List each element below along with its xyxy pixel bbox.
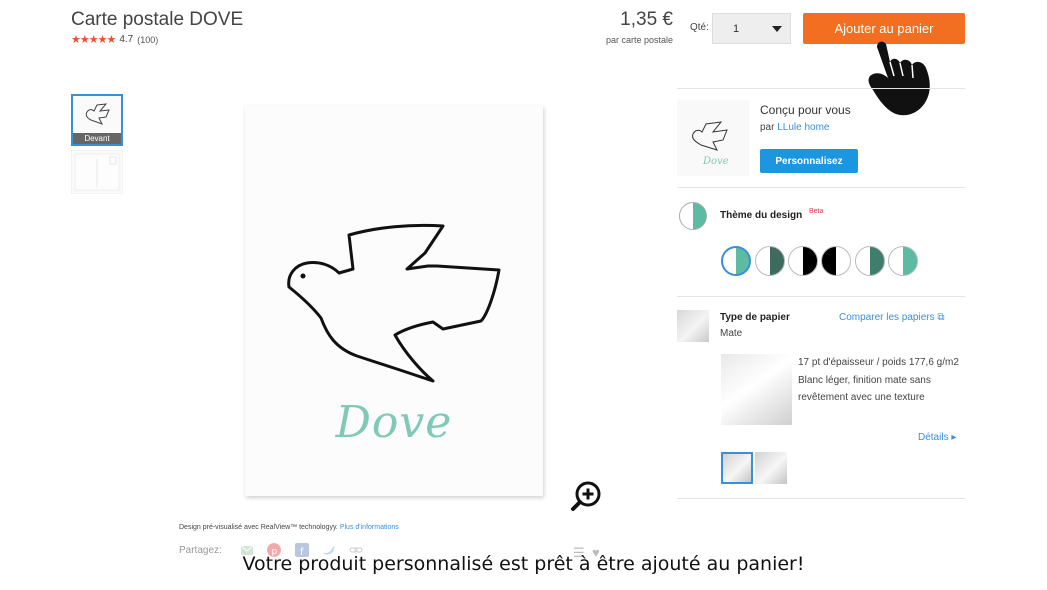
paper-texture-image [721,354,792,425]
review-count[interactable]: (100) [137,35,158,45]
product-title: Carte postale DOVE [71,9,244,30]
price: 1,35 € [620,9,673,30]
designer-thumbnail: Dove [677,100,749,176]
personalize-button[interactable]: Personnalisez [760,149,858,173]
divider [677,296,965,297]
overlay-caption: Votre produit personnalisé est prêt à êt… [242,553,805,575]
rating-score: 4.7 [119,34,134,45]
pointing-hand-icon [868,41,930,116]
design-theme-title: Thème du design [720,210,803,221]
thumbnail-front-label: Devant [73,133,121,144]
paper-details-link[interactable]: Détails ▸ [918,432,956,443]
paper-type-title: Type de papier [720,312,790,323]
thumbnail-front[interactable]: Devant [71,94,123,146]
product-preview[interactable]: Dove [245,105,543,496]
paper-option-matte[interactable] [721,452,753,484]
divider [677,187,965,188]
theme-swatch[interactable] [855,246,885,276]
quantity-label: Qté: [690,22,709,33]
realview-text: Design pré-visualisé avec RealView™ tech… [179,524,338,531]
dove-icon [85,103,110,125]
designer-line: par LLule home [760,122,830,133]
card-back-icon [74,153,120,191]
quantity-value: 1 [733,22,740,35]
price-unit: par carte postale [605,35,673,45]
chevron-down-icon [772,26,782,32]
design-theme-icon [679,202,707,230]
paper-type-thumbnail [677,310,709,342]
rating[interactable]: ★★★★★ 4.7 (100) [71,33,158,46]
external-window-icon: ⧉ [937,312,945,323]
compare-papers-label: Comparer les papiers [839,312,935,323]
beta-badge: Beta [809,208,824,215]
theme-swatch[interactable] [788,246,818,276]
paper-description-finish: Blanc léger, finition mate sans revêteme… [798,374,931,404]
theme-swatch[interactable] [821,246,851,276]
divider [677,88,965,89]
rating-stars: ★★★★★ [71,34,116,46]
designed-for-you-title: Conçu pour vous [760,103,851,117]
theme-swatch[interactable] [888,246,918,276]
paper-description-weight: 17 pt d'épaisseur / poids 177,6 g/m2 [798,357,959,368]
dove-illustration [287,223,501,383]
theme-swatch[interactable] [721,246,751,276]
designer-prefix: par [760,122,775,133]
card-text: Dove [335,397,453,448]
designer-link[interactable]: LLule home [777,122,829,133]
quantity-select[interactable]: 1 [712,13,791,44]
compare-papers-link[interactable]: Comparer les papiers ⧉ [839,312,945,323]
dove-icon: Dove [692,121,729,167]
realview-notice: Design pré-visualisé avec RealView™ tech… [179,524,399,531]
divider [677,498,965,499]
designer-thumb-text: Dove [702,156,729,167]
paper-description: 17 pt d'épaisseur / poids 177,6 g/m2 Bla… [798,354,960,407]
paper-type-value: Mate [720,328,743,339]
paper-option-alt[interactable] [755,452,787,484]
zoom-in-icon[interactable] [570,479,604,513]
thumbnail-back[interactable] [71,150,123,194]
realview-info-link[interactable]: Plus d'informations [340,524,399,531]
theme-swatch[interactable] [755,246,785,276]
